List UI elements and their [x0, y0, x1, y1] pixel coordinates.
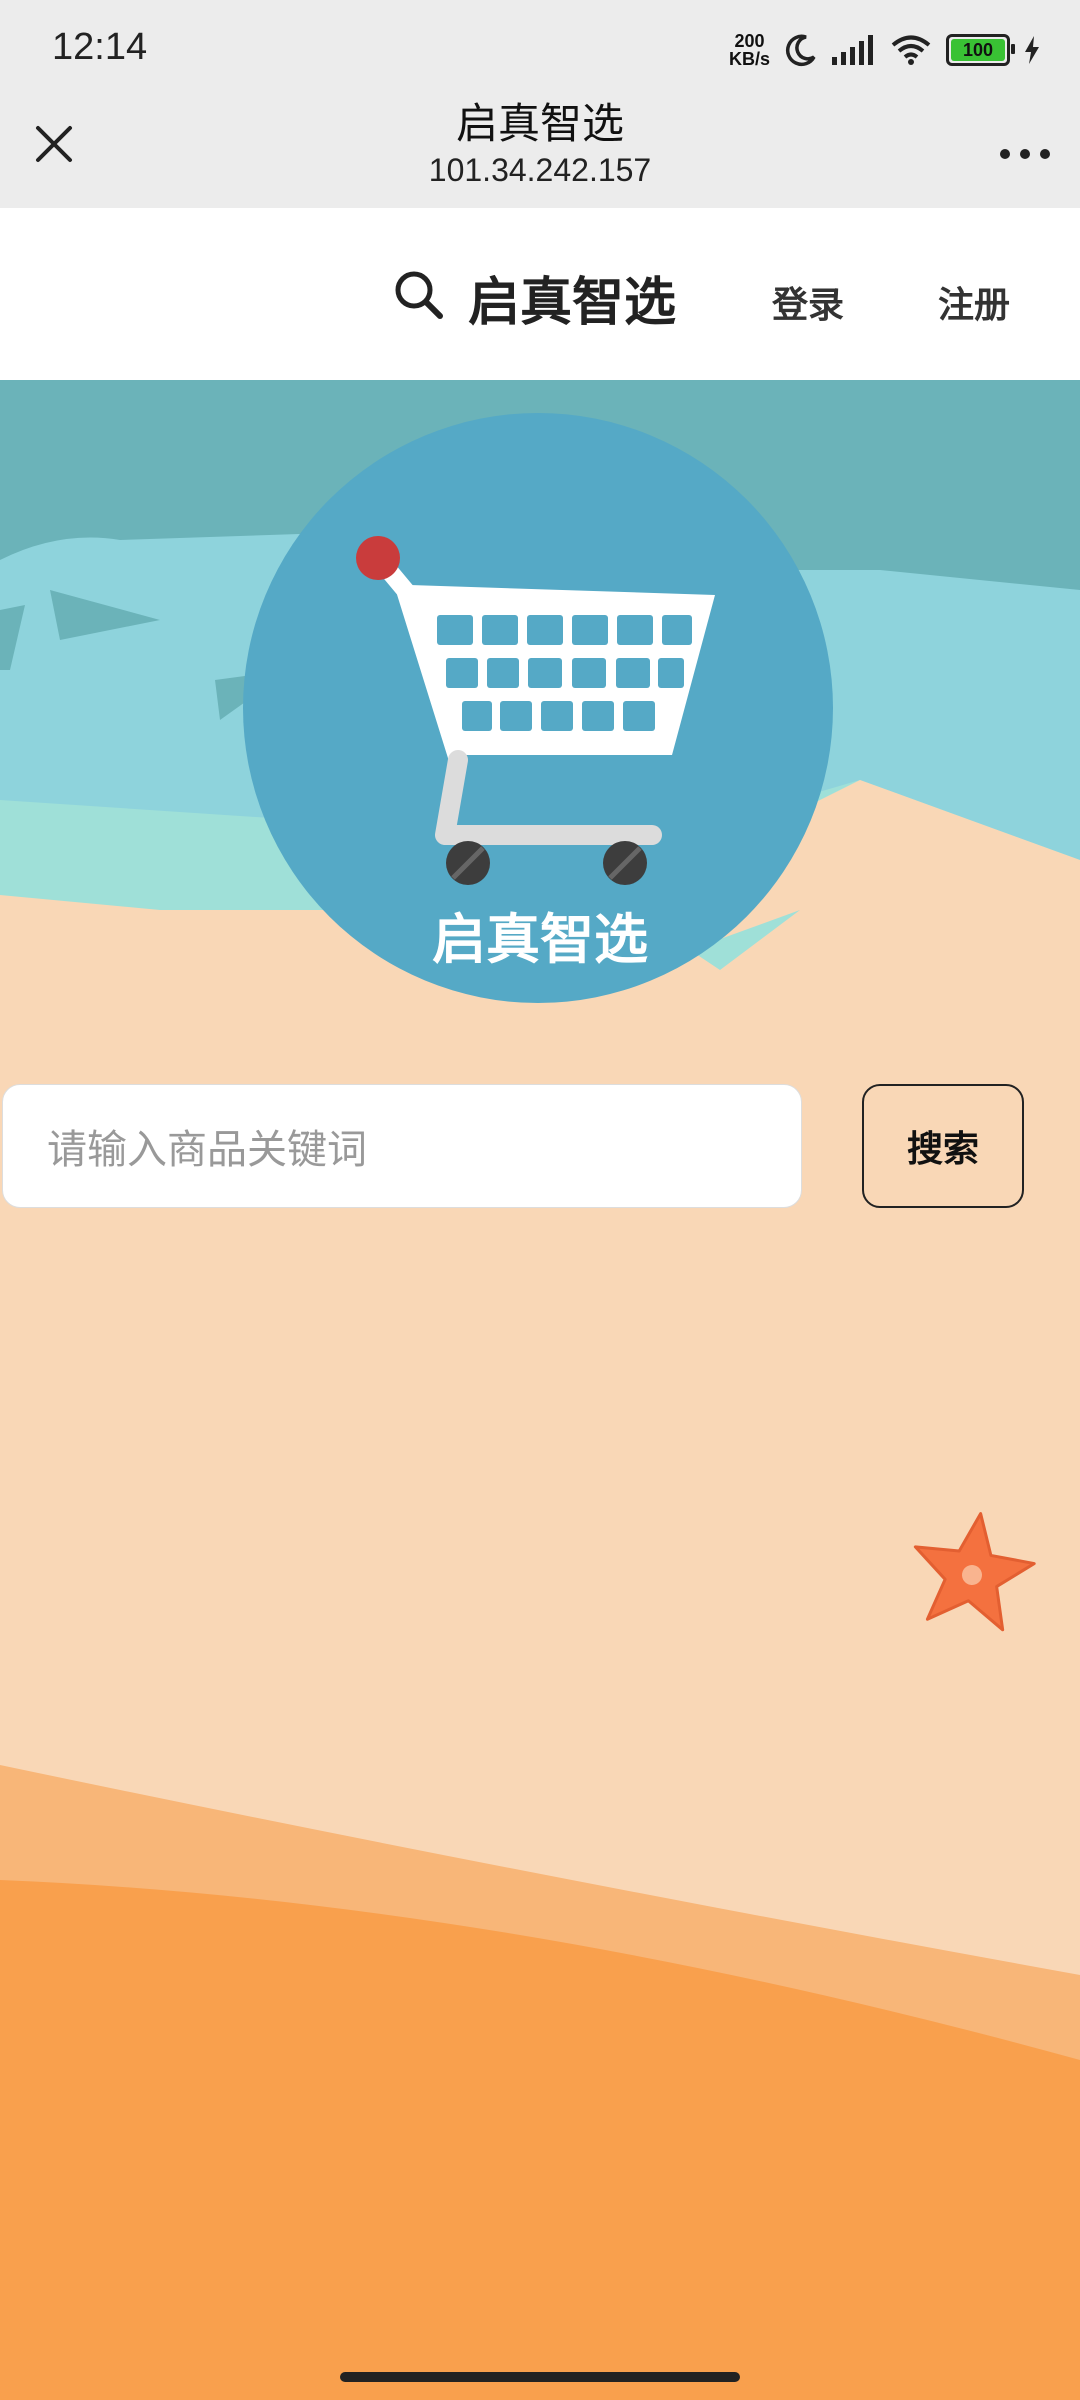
- net-speed: 200 KB/s: [729, 32, 770, 68]
- search-button[interactable]: 搜索: [862, 1084, 1024, 1208]
- net-speed-unit: KB/s: [728, 49, 770, 69]
- search-icon[interactable]: [392, 264, 448, 324]
- battery-level: 100: [962, 39, 994, 60]
- page-title: 启真智选: [455, 99, 624, 148]
- moon-icon: [785, 34, 816, 67]
- status-icons: 200 KB/s 100: [729, 26, 1040, 74]
- search-input[interactable]: 请输入商品关键词: [2, 1084, 802, 1208]
- home-indicator[interactable]: [340, 2372, 740, 2382]
- net-speed-value: 200: [734, 31, 765, 51]
- site-brand[interactable]: 启真智选: [468, 260, 676, 335]
- status-time: 12:14: [52, 26, 148, 68]
- page-url: 101.34.242.157: [428, 152, 652, 188]
- beach-background: [0, 380, 1080, 2400]
- battery-icon: 100: [946, 34, 1015, 66]
- logo-text: 启真智选: [432, 908, 648, 971]
- wifi-icon: [891, 35, 931, 65]
- signal-icon: [832, 35, 873, 65]
- charging-icon: [1025, 36, 1039, 64]
- register-link[interactable]: 注册: [938, 276, 1010, 328]
- status-bar: 12:14 200 KB/s 100: [0, 0, 1080, 100]
- site-navbar: 启真智选 登录 注册: [0, 208, 1080, 380]
- search-placeholder: 请输入商品关键词: [47, 1127, 367, 1173]
- login-link[interactable]: 登录: [772, 276, 844, 328]
